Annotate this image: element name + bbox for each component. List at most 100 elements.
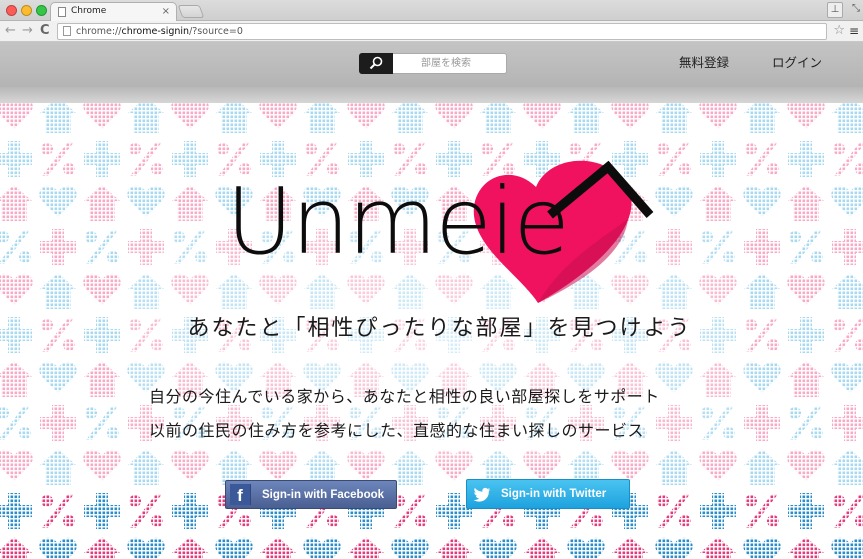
pattern-percent-icon (41, 142, 75, 176)
tab-title: Chrome (71, 6, 107, 16)
bookmark-star-icon[interactable]: ☆ (833, 22, 845, 40)
pattern-house-icon (568, 103, 604, 133)
pattern-plus-icon (40, 229, 76, 265)
search-input[interactable] (393, 53, 507, 74)
pattern-house-icon (700, 537, 736, 559)
fullscreen-icon[interactable]: ⤡ (852, 3, 860, 14)
pattern-house-icon (832, 103, 863, 133)
pattern-plus-icon (84, 493, 120, 529)
pattern-percent-icon (41, 494, 75, 528)
pattern-percent-icon (745, 494, 779, 528)
header-shadow-band (0, 87, 863, 103)
description-line-2: 以前の住民の住み方を参考にした、直感的な住まい探しのサービス (149, 421, 645, 440)
pattern-house-icon (348, 537, 384, 559)
pattern-heart-icon (743, 537, 781, 559)
twitter-bird-icon (473, 487, 490, 502)
pattern-heart-icon (699, 103, 737, 129)
pattern-heart-icon (655, 537, 693, 559)
pattern-plus-icon (0, 141, 32, 177)
search-button[interactable] (359, 53, 393, 74)
pattern-heart-icon (787, 103, 825, 129)
twitter-signin-button[interactable]: Sign-in with Twitter (466, 479, 630, 509)
tagline: あなたと「相性ぴったりな部屋」を見つけよう (187, 316, 692, 341)
tab-close-icon[interactable]: × (162, 3, 170, 20)
pattern-house-icon (172, 537, 208, 559)
pattern-heart-icon (567, 537, 605, 559)
facebook-signin-label: Sign-in with Facebook (262, 489, 385, 501)
url-path: /?source=0 (189, 26, 243, 37)
pattern-heart-icon (83, 273, 121, 305)
pattern-house-icon (656, 103, 692, 133)
site-header: 無料登録 ログイン (0, 42, 863, 87)
pattern-house-icon (84, 185, 120, 221)
pattern-house-icon (128, 103, 164, 133)
pattern-percent-icon (657, 494, 691, 528)
pattern-house-icon (216, 103, 252, 133)
pattern-house-icon (436, 537, 472, 559)
pattern-heart-icon (831, 185, 863, 217)
facebook-f-icon: f (230, 484, 251, 505)
pattern-heart-icon (39, 361, 77, 393)
pattern-heart-icon (831, 361, 863, 393)
maximize-window-button[interactable] (36, 5, 47, 16)
pattern-house-icon (0, 361, 32, 397)
address-bar[interactable]: chrome://chrome-signin/?source=0 (57, 23, 827, 40)
pattern-heart-icon (39, 537, 77, 559)
pattern-heart-icon (523, 103, 561, 129)
pattern-heart-icon (787, 449, 825, 481)
back-arrow-icon[interactable]: ← (5, 23, 16, 39)
pattern-house-icon (524, 537, 560, 559)
pattern-percent-icon (393, 494, 427, 528)
pattern-plus-icon (788, 141, 824, 177)
pattern-heart-icon (391, 537, 429, 559)
login-link[interactable]: ログイン (772, 54, 822, 72)
pattern-heart-icon (83, 449, 121, 481)
pattern-plus-icon (172, 493, 208, 529)
pattern-house-icon (832, 273, 863, 309)
pattern-percent-icon (833, 494, 863, 528)
facebook-signin-button[interactable]: f Sign-in with Facebook (225, 480, 397, 509)
pattern-percent-icon (129, 494, 163, 528)
pattern-percent-icon (789, 230, 823, 264)
pattern-percent-icon (129, 142, 163, 176)
reload-icon[interactable]: C (40, 23, 50, 39)
logo-text: Unmeie (226, 168, 570, 275)
browser-toolbar: ← → C chrome://chrome-signin/?source=0 ☆… (0, 21, 863, 42)
pattern-plus-icon (700, 141, 736, 177)
pattern-percent-icon (745, 142, 779, 176)
pattern-plus-icon (84, 141, 120, 177)
pattern-heart-icon (0, 449, 33, 481)
pattern-percent-icon (85, 230, 119, 264)
pattern-house-icon (788, 361, 824, 397)
forward-arrow-icon[interactable]: → (22, 23, 33, 39)
menu-icon[interactable]: ≡ (849, 24, 859, 38)
page-icon (58, 7, 66, 17)
close-window-button[interactable] (6, 5, 17, 16)
pattern-percent-icon (657, 142, 691, 176)
pattern-plus-icon (832, 229, 863, 265)
pattern-house-icon (40, 449, 76, 485)
pattern-house-icon (788, 185, 824, 221)
pattern-house-icon (612, 537, 648, 559)
pattern-house-icon (40, 103, 76, 133)
pattern-house-icon (260, 537, 296, 559)
pattern-house-icon (744, 103, 780, 133)
browser-tab[interactable]: Chrome × (50, 2, 177, 21)
pattern-heart-icon (259, 103, 297, 129)
pattern-percent-icon (0, 230, 31, 264)
pattern-heart-icon (611, 103, 649, 129)
minimize-window-button[interactable] (21, 5, 32, 16)
pattern-plus-icon (788, 493, 824, 529)
pattern-house-icon (0, 185, 32, 221)
unmeie-logo: Unmeie (220, 145, 660, 315)
pattern-house-icon (40, 273, 76, 309)
url-host: chrome-signin (121, 26, 190, 37)
pattern-percent-icon (833, 142, 863, 176)
pattern-plus-icon (0, 493, 32, 529)
pattern-house-icon (304, 103, 340, 133)
pattern-percent-icon (85, 406, 119, 440)
register-link[interactable]: 無料登録 (679, 54, 729, 72)
pattern-plus-icon (832, 405, 863, 441)
new-tab-button[interactable] (177, 5, 205, 18)
user-profile-icon[interactable]: ⊥ (827, 2, 843, 18)
